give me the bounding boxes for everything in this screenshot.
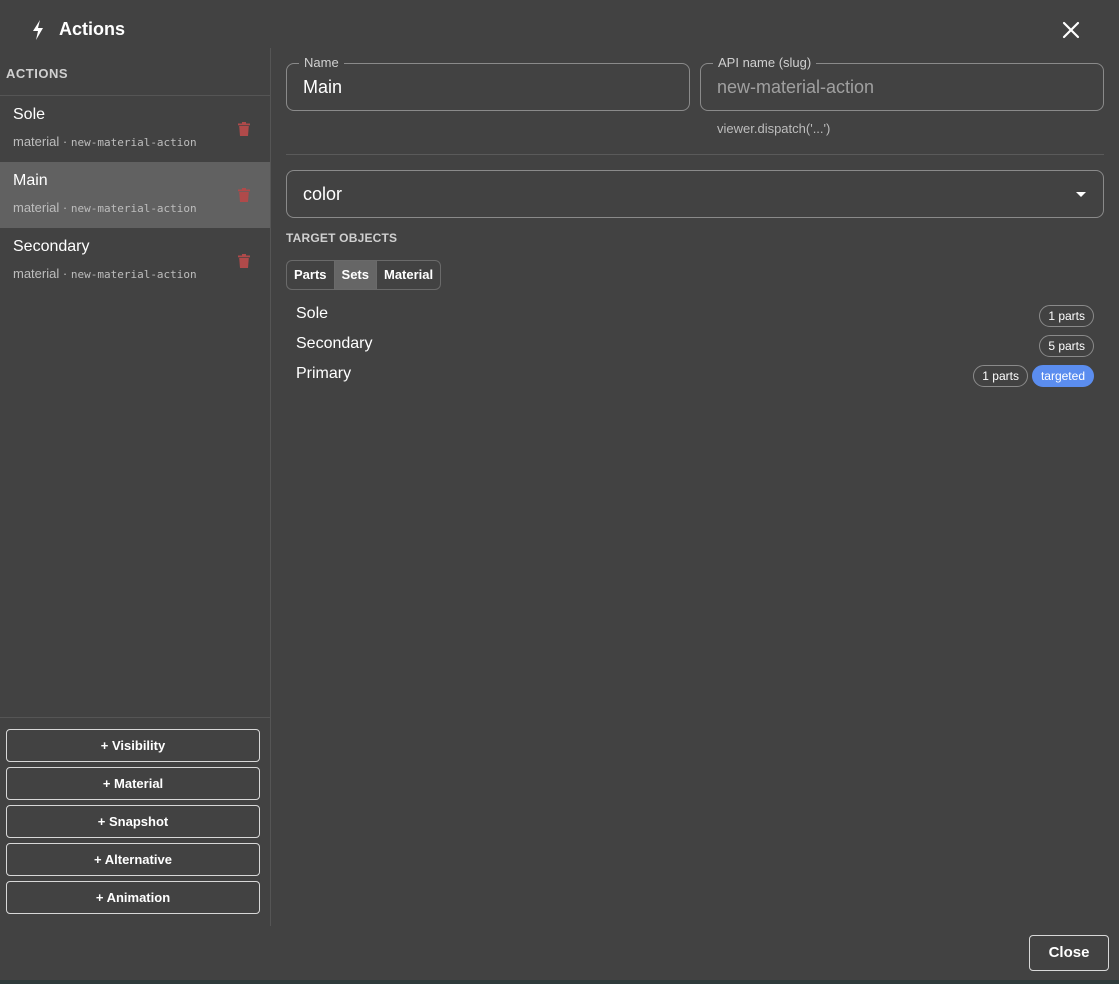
close-button[interactable]: Close: [1029, 935, 1109, 971]
target-type-tabs: Parts Sets Material: [286, 260, 442, 290]
bolt-icon: [33, 20, 43, 40]
parts-count-badge: 1 parts: [973, 365, 1028, 387]
tab-parts[interactable]: Parts: [287, 261, 335, 289]
close-icon[interactable]: [1059, 18, 1083, 42]
add-animation-button[interactable]: + Animation: [6, 881, 260, 914]
action-item-main[interactable]: Main material · new-material-action: [0, 162, 270, 228]
name-field[interactable]: Name Main: [286, 55, 690, 111]
name-value: Main: [303, 77, 343, 97]
actions-sidebar: ACTIONS Sole material · new-material-act…: [0, 48, 271, 926]
action-name: Main: [13, 172, 48, 189]
target-row-sole[interactable]: Sole 1 parts: [286, 302, 1104, 332]
trash-icon[interactable]: [238, 188, 250, 202]
action-type: material: [13, 134, 60, 149]
action-list: Sole material · new-material-action Main…: [0, 96, 270, 294]
add-action-buttons: + Visibility + Material + Snapshot + Alt…: [6, 729, 260, 919]
target-badges: 1 parts targeted: [973, 365, 1094, 387]
target-badges: 5 parts: [1039, 335, 1094, 357]
target-row-primary[interactable]: Primary 1 parts targeted: [286, 362, 1104, 392]
divider: [0, 717, 270, 718]
slug-label: API name (slug): [713, 55, 817, 70]
add-visibility-button[interactable]: + Visibility: [6, 729, 260, 762]
action-name: Sole: [13, 106, 46, 123]
targeted-badge: targeted: [1031, 365, 1094, 387]
target-objects-heading: TARGET OBJECTS: [286, 231, 398, 245]
slug-field[interactable]: API name (slug) new-material-action: [700, 55, 1104, 111]
tab-material[interactable]: Material: [377, 261, 440, 289]
action-type: material: [13, 200, 60, 215]
add-alternative-button[interactable]: + Alternative: [6, 843, 260, 876]
target-badges: 1 parts: [1039, 305, 1094, 327]
meta-separator: ·: [62, 200, 68, 215]
target-name: Secondary: [296, 335, 373, 352]
action-slug: new-material-action: [70, 202, 197, 215]
target-name: Primary: [296, 365, 352, 382]
trash-icon[interactable]: [238, 254, 250, 268]
action-meta: material · new-material-action: [13, 266, 197, 281]
target-name: Sole: [296, 305, 329, 322]
meta-separator: ·: [62, 134, 68, 149]
add-snapshot-button[interactable]: + Snapshot: [6, 805, 260, 838]
property-select-value: color: [303, 184, 343, 204]
dialog-title: Actions: [59, 19, 126, 39]
trash-icon[interactable]: [238, 122, 250, 136]
slug-helper-text: viewer.dispatch('...'): [717, 121, 831, 136]
divider: [286, 154, 1104, 155]
meta-separator: ·: [62, 266, 68, 281]
sidebar-heading: ACTIONS: [6, 66, 68, 81]
action-item-secondary[interactable]: Secondary material · new-material-action: [0, 228, 270, 294]
property-select[interactable]: color: [286, 170, 1104, 218]
action-meta: material · new-material-action: [13, 200, 197, 215]
slug-placeholder: new-material-action: [717, 77, 875, 97]
parts-count-badge: 1 parts: [1039, 305, 1094, 327]
name-label: Name: [299, 55, 344, 70]
action-slug: new-material-action: [70, 136, 197, 149]
add-material-button[interactable]: + Material: [6, 767, 260, 800]
actions-dialog: Actions ACTIONS Sole material · new-mate…: [0, 0, 1119, 984]
tab-sets[interactable]: Sets: [334, 261, 377, 289]
chevron-down-icon: [1076, 192, 1086, 197]
bottom-edge: [0, 980, 1119, 984]
action-slug: new-material-action: [70, 268, 197, 281]
action-type: material: [13, 266, 60, 281]
parts-count-badge: 5 parts: [1039, 335, 1094, 357]
action-item-sole[interactable]: Sole material · new-material-action: [0, 96, 270, 162]
action-meta: material · new-material-action: [13, 134, 197, 149]
target-list: Sole 1 parts Secondary 5 parts Primary 1…: [286, 302, 1104, 392]
action-name: Secondary: [13, 238, 90, 255]
target-row-secondary[interactable]: Secondary 5 parts: [286, 332, 1104, 362]
